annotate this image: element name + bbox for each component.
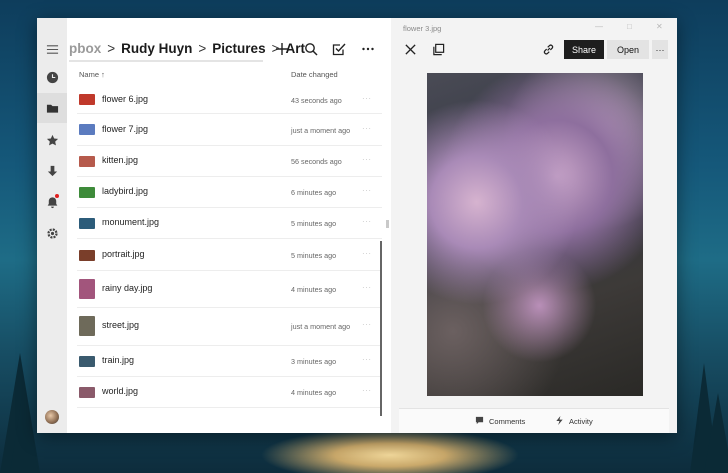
tab-activity-label: Activity — [569, 417, 593, 426]
file-thumbnail — [79, 250, 95, 261]
close-icon[interactable] — [402, 40, 418, 58]
check-square-icon[interactable] — [328, 38, 350, 60]
row-more-icon[interactable]: ··· — [362, 386, 372, 395]
folder-icon[interactable] — [37, 96, 67, 120]
file-thumbnail — [79, 94, 95, 105]
breadcrumb-item[interactable]: Pictures — [212, 41, 265, 56]
share-button[interactable]: Share — [564, 40, 604, 59]
list-item[interactable]: flower 7.jpg just a moment ago ··· — [77, 114, 382, 146]
breadcrumb-item[interactable]: Rudy Huyn — [121, 41, 192, 56]
more-icon[interactable] — [357, 38, 379, 60]
file-thumbnail — [79, 316, 95, 336]
maximize-icon[interactable]: □ — [627, 22, 632, 31]
tab-comments-label: Comments — [489, 417, 526, 426]
file-name: ladybird.jpg — [102, 186, 149, 196]
window-close-icon[interactable]: ✕ — [656, 22, 663, 31]
column-header-name[interactable]: Name ↑ — [79, 70, 105, 79]
tab-activity[interactable]: Activity — [555, 416, 593, 427]
sort-arrow-icon: ↑ — [101, 70, 105, 79]
file-name: world.jpg — [102, 386, 139, 396]
preview-more-button[interactable]: ··· — [652, 40, 668, 59]
list-toolbar: pbox > Rudy Huyn > Pictures > Art — [67, 18, 387, 66]
file-date: 5 minutes ago — [291, 251, 337, 260]
row-more-icon[interactable]: ··· — [362, 355, 372, 364]
file-name: kitten.jpg — [102, 155, 139, 165]
comment-icon — [475, 416, 484, 427]
row-more-icon[interactable]: ··· — [362, 320, 372, 329]
list-item[interactable]: ladybird.jpg 6 minutes ago ··· — [77, 177, 382, 208]
file-thumbnail — [79, 218, 95, 229]
row-more-icon[interactable]: ··· — [362, 283, 372, 292]
clock-icon[interactable] — [37, 65, 67, 89]
breadcrumb-item[interactable]: pbox — [69, 41, 101, 56]
file-date: just a moment ago — [291, 126, 351, 135]
row-more-icon[interactable]: ··· — [362, 186, 372, 195]
file-date: 5 minutes ago — [291, 219, 337, 228]
plus-icon[interactable] — [271, 38, 293, 60]
file-date: 4 minutes ago — [291, 388, 337, 397]
nav-rail — [37, 18, 67, 433]
row-more-icon[interactable]: ··· — [362, 155, 372, 164]
list-item[interactable]: kitten.jpg 56 seconds ago ··· — [77, 146, 382, 177]
search-icon[interactable] — [300, 38, 322, 60]
download-icon[interactable] — [37, 159, 67, 183]
preview-pane: flower 3.jpg — □ ✕ Share Open ··· Commen… — [391, 18, 677, 433]
file-name: train.jpg — [102, 355, 135, 365]
menu-icon[interactable] — [37, 37, 67, 61]
file-thumbnail — [79, 187, 95, 198]
row-more-icon[interactable]: ··· — [362, 94, 372, 103]
preview-image — [427, 73, 643, 396]
list-item[interactable]: world.jpg 4 minutes ago ··· — [77, 377, 382, 408]
lightning-icon — [555, 416, 564, 427]
avatar[interactable] — [45, 410, 59, 424]
column-header-date[interactable]: Date changed — [291, 70, 338, 79]
file-name: monument.jpg — [102, 217, 160, 227]
list-item[interactable]: rainy day.jpg 4 minutes ago ··· — [77, 271, 382, 308]
file-thumbnail — [79, 124, 95, 135]
file-thumbnail — [79, 279, 95, 299]
file-name: rainy day.jpg — [102, 283, 153, 293]
notification-dot — [55, 194, 59, 198]
open-button[interactable]: Open — [607, 40, 649, 59]
preview-title: flower 3.jpg — [403, 24, 442, 33]
bell-icon[interactable] — [37, 190, 67, 214]
scrollbar-track[interactable] — [380, 241, 382, 416]
gear-icon[interactable] — [37, 221, 67, 245]
list-item[interactable]: flower 6.jpg 43 seconds ago ··· — [77, 84, 382, 114]
breadcrumb-divider — [69, 60, 263, 62]
file-name: flower 7.jpg — [102, 124, 149, 134]
copy-icon[interactable] — [430, 40, 446, 58]
list-header: Name ↑ Date changed — [79, 68, 384, 82]
breadcrumb: pbox > Rudy Huyn > Pictures > Art — [69, 41, 305, 56]
file-name: portrait.jpg — [102, 249, 145, 259]
file-date: 4 minutes ago — [291, 285, 337, 294]
list-item[interactable]: train.jpg 3 minutes ago ··· — [77, 346, 382, 377]
file-thumbnail — [79, 387, 95, 398]
breadcrumb-separator: > — [107, 41, 116, 56]
app-window: pbox > Rudy Huyn > Pictures > Art Name ↑… — [37, 18, 677, 433]
link-icon[interactable] — [540, 40, 556, 58]
list-item[interactable]: monument.jpg 5 minutes ago ··· — [77, 208, 382, 239]
breadcrumb-separator: > — [198, 41, 207, 56]
file-thumbnail — [79, 356, 95, 367]
file-date: 6 minutes ago — [291, 188, 337, 197]
list-item[interactable]: street.jpg just a moment ago ··· — [77, 308, 382, 346]
list-item[interactable]: portrait.jpg 5 minutes ago ··· — [77, 239, 382, 271]
star-icon[interactable] — [37, 128, 67, 152]
file-name: flower 6.jpg — [102, 94, 149, 104]
row-more-icon[interactable]: ··· — [362, 124, 372, 133]
file-date: 43 seconds ago — [291, 96, 342, 105]
file-date: just a moment ago — [291, 322, 351, 331]
preview-bottom-bar: Comments Activity — [399, 408, 669, 433]
file-date: 56 seconds ago — [291, 157, 342, 166]
file-date: 3 minutes ago — [291, 357, 337, 366]
minimize-icon[interactable]: — — [595, 22, 603, 31]
scrollbar-thumb[interactable] — [386, 220, 389, 228]
file-name: street.jpg — [102, 320, 140, 330]
tab-comments[interactable]: Comments — [475, 416, 525, 427]
row-more-icon[interactable]: ··· — [362, 249, 372, 258]
file-thumbnail — [79, 156, 95, 167]
row-more-icon[interactable]: ··· — [362, 217, 372, 226]
